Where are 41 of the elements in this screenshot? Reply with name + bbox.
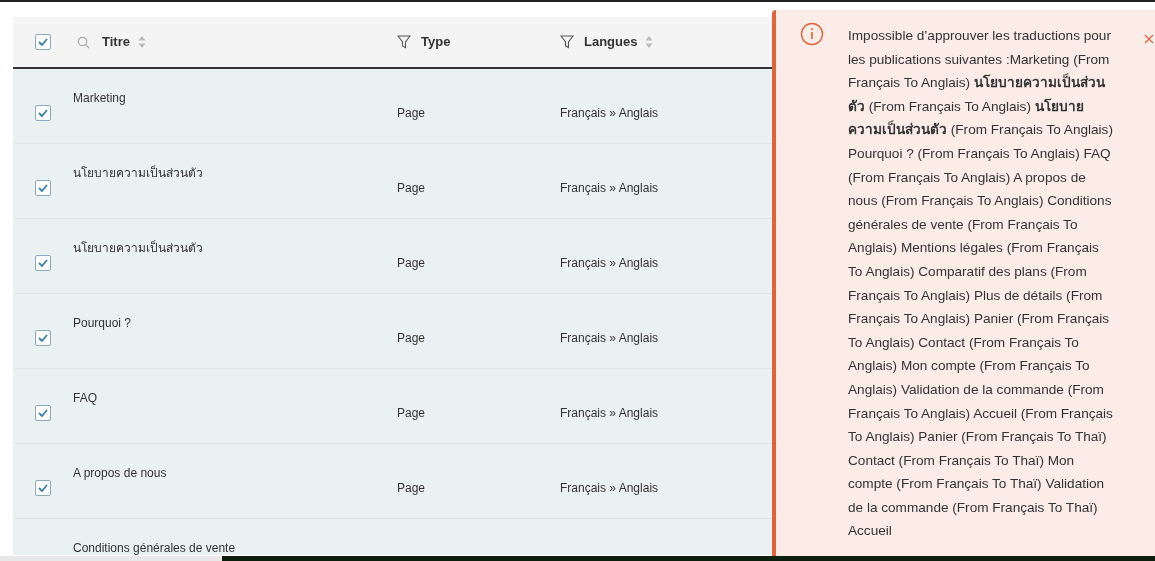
check-icon xyxy=(38,184,48,192)
check-icon xyxy=(38,409,48,417)
row-checkbox[interactable] xyxy=(35,180,51,196)
check-icon xyxy=(38,334,48,342)
languages-cell: Français » Anglais xyxy=(560,406,659,420)
type-cell: Page xyxy=(397,256,426,270)
languages-cell: Français » Anglais xyxy=(560,106,659,120)
column-header[interactable]: Langues xyxy=(584,32,638,52)
check-icon xyxy=(38,109,48,117)
title-cell: นโยบายความเป็นส่วนตัว xyxy=(73,241,203,255)
close-button[interactable] xyxy=(1143,33,1155,45)
row-checkbox[interactable] xyxy=(35,330,51,346)
title-cell: Marketing xyxy=(73,91,126,105)
notification-message: Impossible d’approuver les traductions pour les publications suivantes :Marketing (From Français To Anglais) นโยบายความเป็นส่วนตัว (From Français To Anglais) นโยบายความเป็นส่วนตัว (From Français To Anglais) Pourquoi ? (From Français To Anglais) FAQ (From Français To Anglais) A propos de nous (From Français To Anglais) Conditions générales de vente (From Français To Anglais) Mentions légales (From Français To Anglais) Comparatif des plans (From Français To Anglais) Plus de détails (From Français To Anglais) Panier (From Français To Anglais) Contact (From Français To Anglais) Mon compte (From Français To Anglais) Validation de la commande (From Français To Anglais) Accueil (From Français To Anglais) Panier (From Français To Thaï) Contact (From Français To Thaï) Mon compte (From Français To Thaï) Validation de la commande (From Français To Thaï) Accueil xyxy=(848,27,1113,541)
select-all-checkbox[interactable] xyxy=(35,34,51,50)
row-checkbox[interactable] xyxy=(35,405,51,421)
type-cell: Page xyxy=(397,481,426,495)
check-icon xyxy=(38,484,48,492)
row-checkbox[interactable] xyxy=(35,105,51,121)
type-cell: Page xyxy=(397,331,426,345)
type-cell: Page xyxy=(397,181,426,195)
title-cell: A propos de nous xyxy=(73,466,167,480)
type-cell: Page xyxy=(397,106,426,120)
title-cell: Conditions générales de vente xyxy=(73,541,236,555)
check-icon xyxy=(38,259,48,267)
title-cell: FAQ xyxy=(73,391,97,405)
title-cell: นโยบายความเป็นส่วนตัว xyxy=(73,166,203,180)
title-cell: Pourquoi ? xyxy=(73,316,132,330)
row-checkbox[interactable] xyxy=(35,255,51,271)
row-checkbox[interactable] xyxy=(35,480,51,496)
info-icon xyxy=(800,22,824,46)
check-icon xyxy=(38,38,48,46)
languages-cell: Français » Anglais xyxy=(560,331,659,345)
languages-cell: Français » Anglais xyxy=(560,481,659,495)
type-cell: Page xyxy=(397,406,426,420)
languages-cell: Français » Anglais xyxy=(560,181,659,195)
languages-cell: Français » Anglais xyxy=(560,256,659,270)
column-header[interactable]: Type xyxy=(421,32,451,52)
filter-icon[interactable] xyxy=(560,35,574,49)
column-header[interactable]: Titre xyxy=(102,32,130,52)
filter-icon[interactable] xyxy=(397,35,411,49)
